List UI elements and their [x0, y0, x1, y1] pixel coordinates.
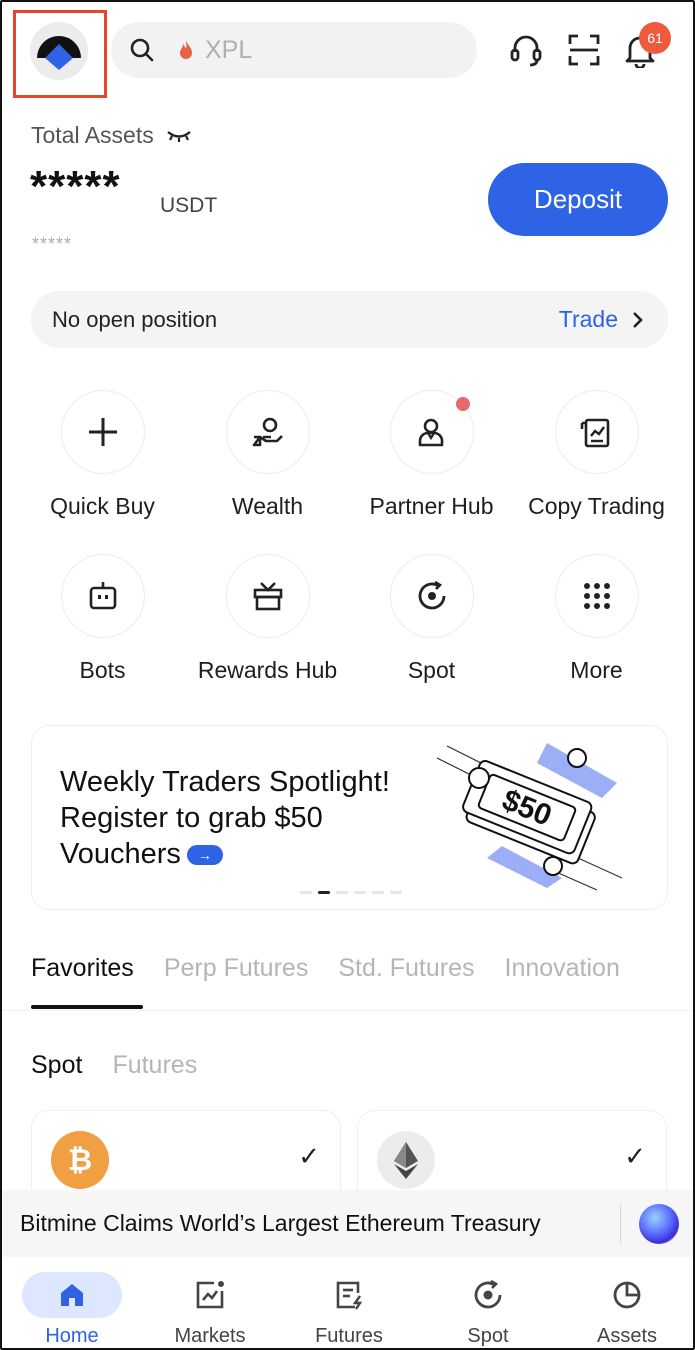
nav-futures-label: Futures	[315, 1325, 383, 1347]
balance-currency: USDT	[160, 194, 218, 217]
trade-link[interactable]: Trade	[559, 306, 618, 333]
subtab-futures[interactable]: Futures	[112, 1051, 197, 1080]
quick-buy-button[interactable]: Quick Buy	[20, 390, 185, 520]
spot-icon	[418, 580, 445, 610]
ticker-divider	[620, 1203, 621, 1244]
sub-tabs: Spot Futures	[31, 1051, 197, 1080]
profile-logo-button[interactable]	[30, 22, 88, 80]
carousel-dots	[300, 891, 402, 894]
app-screen: XPL 61 Total Assets ***** USDT ***** Dep…	[0, 0, 695, 1350]
check-icon[interactable]: ✓	[298, 1141, 320, 1172]
svg-text:₿: ₿	[68, 1144, 92, 1177]
spot-button[interactable]: Spot	[349, 554, 514, 684]
headset-icon	[510, 35, 542, 67]
banner-text: Weekly Traders Spotlight! Register to gr…	[60, 764, 400, 872]
balance-sub-masked: *****	[32, 234, 73, 254]
news-ticker[interactable]: Bitmine Claims World’s Largest Ethereum …	[2, 1190, 693, 1257]
rewards-hub-label: Rewards Hub	[197, 657, 338, 683]
nav-markets-label: Markets	[174, 1325, 246, 1347]
copy-trading-label: Copy Trading	[528, 493, 665, 519]
scan-icon	[568, 34, 600, 66]
bitcoin-icon: ₿	[51, 1131, 109, 1189]
quick-buy-label: Quick Buy	[50, 493, 155, 519]
copy-trading-button[interactable]: Copy Trading	[514, 390, 679, 520]
home-icon	[61, 1284, 83, 1306]
open-position-bar[interactable]: No open position Trade	[31, 291, 668, 348]
bottom-nav: Home Markets Futures Spot Assets	[2, 1259, 693, 1348]
voucher-illustration: $50	[436, 743, 623, 891]
partner-hub-label: Partner Hub	[369, 493, 494, 519]
assets-pie-icon	[613, 1281, 641, 1309]
arrow-right-icon: →	[186, 845, 223, 866]
scan-button[interactable]	[566, 30, 602, 70]
bots-label: Bots	[79, 657, 126, 683]
total-assets-label: Total Assets	[31, 122, 192, 149]
promo-banner[interactable]: Weekly Traders Spotlight! Register to gr…	[31, 725, 668, 910]
nav-futures[interactable]: Futures	[284, 1269, 414, 1348]
partner-hub-button[interactable]: Partner Hub	[349, 390, 514, 520]
nav-home[interactable]: Home	[7, 1269, 137, 1348]
markets-icon	[196, 1281, 224, 1309]
balance-masked: *****	[30, 162, 121, 211]
wealth-hand-icon	[252, 417, 283, 447]
eye-closed-icon[interactable]	[166, 129, 192, 143]
news-headline: Bitmine Claims World’s Largest Ethereum …	[20, 1210, 541, 1236]
plus-icon	[88, 418, 117, 446]
ethereum-icon	[377, 1131, 435, 1189]
banner-headline: Weekly Traders Spotlight! Register to gr…	[60, 766, 390, 870]
spot-label: Spot	[407, 657, 456, 683]
rewards-hub-button[interactable]: Rewards Hub	[185, 554, 350, 684]
copy-trading-icon	[580, 418, 609, 448]
assistant-orb-icon[interactable]	[639, 1204, 679, 1244]
nav-markets[interactable]: Markets	[145, 1269, 275, 1348]
nav-spot-label: Spot	[467, 1325, 509, 1347]
search-bar[interactable]: XPL	[111, 22, 477, 78]
futures-icon	[336, 1281, 363, 1310]
fire-icon	[180, 40, 192, 59]
wealth-button[interactable]: Wealth	[185, 390, 350, 520]
notification-badge: 61	[639, 22, 671, 54]
chevron-right-icon	[633, 311, 643, 328]
grid-icon	[583, 583, 610, 609]
more-label: More	[570, 657, 623, 683]
tab-std-futures[interactable]: Std. Futures	[338, 954, 474, 983]
tab-divider	[2, 1010, 693, 1011]
market-tabs: Favorites Perp Futures Std. Futures Inno…	[31, 954, 620, 983]
support-button[interactable]	[508, 30, 544, 70]
search-placeholder: XPL	[205, 35, 253, 64]
gift-icon	[253, 582, 282, 611]
nav-home-label: Home	[45, 1325, 99, 1347]
tab-perp-futures[interactable]: Perp Futures	[164, 954, 309, 983]
wealth-label: Wealth	[231, 493, 304, 519]
deposit-button[interactable]: Deposit	[488, 163, 668, 236]
bots-button[interactable]: Bots	[20, 554, 185, 684]
tab-innovation[interactable]: Innovation	[505, 954, 620, 983]
bot-icon	[89, 582, 116, 610]
check-icon[interactable]: ✓	[624, 1141, 646, 1172]
nav-assets[interactable]: Assets	[562, 1269, 692, 1348]
subtab-spot[interactable]: Spot	[31, 1051, 82, 1080]
more-button[interactable]: More	[514, 554, 679, 684]
new-dot-indicator	[455, 397, 470, 411]
search-icon	[130, 38, 154, 62]
active-tab-indicator	[31, 1005, 143, 1009]
tab-favorites[interactable]: Favorites	[31, 954, 134, 983]
total-assets-text: Total Assets	[31, 122, 154, 148]
nav-spot[interactable]: Spot	[423, 1269, 553, 1348]
no-position-text: No open position	[52, 306, 218, 332]
app-logo-icon	[30, 22, 88, 80]
nav-assets-label: Assets	[596, 1325, 658, 1347]
partner-icon	[418, 418, 443, 447]
spot-icon	[474, 1279, 502, 1309]
